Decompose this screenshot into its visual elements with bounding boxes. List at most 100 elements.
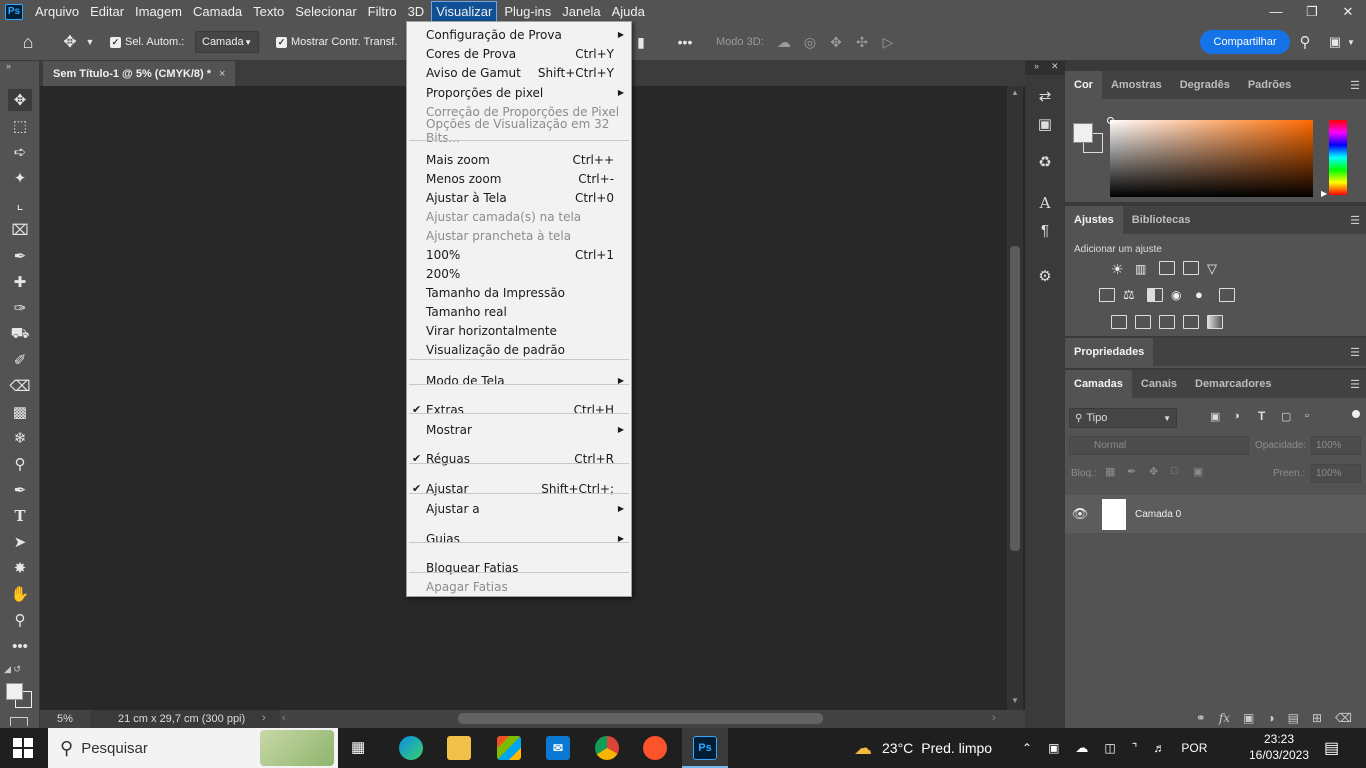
clock[interactable]: 23:23 16/03/2023 [1244, 731, 1314, 763]
move-tool-icon[interactable]: ✥ [60, 32, 80, 52]
3d-pan-icon[interactable]: ✥ [826, 32, 846, 52]
view-menu-item[interactable]: Cores de Prova Ctrl+Y [407, 44, 631, 63]
glyphs-icon[interactable]: ⚙ [1034, 265, 1056, 287]
tab-color-0[interactable]: Cor [1065, 71, 1102, 99]
notifications-icon[interactable]: ▤ [1324, 738, 1339, 758]
scroll-right-icon[interactable]: › [992, 712, 996, 724]
3d-slide-icon[interactable]: ✣ [852, 32, 872, 52]
wifi-icon[interactable]: ⌝ [1132, 741, 1138, 755]
blend-mode-dropdown[interactable]: Normal [1069, 436, 1249, 455]
tab-layers-1[interactable]: Canais [1132, 370, 1186, 398]
tab-properties[interactable]: Propriedades [1065, 338, 1154, 366]
eraser-tool-icon[interactable]: ⌫ [8, 375, 32, 397]
hue-saturation-icon[interactable] [1099, 288, 1115, 302]
scroll-up-icon[interactable]: ▲ [1011, 88, 1019, 97]
lock-artboard-icon[interactable]: □ [1171, 465, 1178, 477]
view-menu-item[interactable]: ✔ Ajustar Shift+Ctrl+; [407, 479, 631, 498]
file-explorer-icon[interactable] [447, 736, 471, 760]
filter-adjustment-icon[interactable]: ◑ [1233, 410, 1240, 422]
move-tool-icon[interactable]: ✥ [8, 89, 32, 111]
menu-3d[interactable]: 3D [404, 2, 429, 21]
view-menu-item[interactable]: Visualização de padrão [407, 340, 631, 359]
exposure-icon[interactable] [1183, 261, 1199, 275]
fx-icon[interactable]: fx [1219, 711, 1230, 725]
color-field[interactable] [1110, 120, 1313, 197]
pen-tool-icon[interactable]: ✒ [8, 479, 32, 501]
menu-janela[interactable]: Janela [558, 2, 604, 21]
3d-orbit-icon[interactable]: ☁ [774, 32, 794, 52]
levels-icon[interactable]: ▥ [1135, 261, 1151, 277]
align-icon[interactable]: ▮ [634, 32, 648, 52]
learn-icon[interactable]: ♻ [1034, 151, 1056, 173]
view-menu-item[interactable]: Ajustar à Tela Ctrl+0 [407, 188, 631, 207]
hand-tool-icon[interactable]: ✋ [8, 583, 32, 605]
crop-tool-icon[interactable]: ⌞ [8, 193, 32, 215]
collapse-icon[interactable]: » [6, 61, 11, 71]
menu-editar[interactable]: Editar [86, 2, 128, 21]
chevron-down-icon[interactable]: ▼ [84, 34, 96, 50]
menu-selecionar[interactable]: Selecionar [291, 2, 360, 21]
healing-brush-tool-icon[interactable]: ✚ [8, 271, 32, 293]
show-transform-checkbox[interactable]: ✓ [276, 36, 287, 48]
view-menu-item[interactable]: Virar horizontalmente [407, 321, 631, 340]
restore-button[interactable]: ❐ [1294, 0, 1330, 23]
chevron-down-icon[interactable]: ▼ [1346, 34, 1356, 50]
comments-icon[interactable]: ▣ [1034, 113, 1056, 135]
zoom-level[interactable]: 5% [57, 713, 73, 725]
color-lookup-icon[interactable] [1219, 288, 1235, 302]
opacity-field[interactable]: 100% [1311, 436, 1361, 455]
quick-mask-icon[interactable] [10, 717, 28, 726]
menu-filtro[interactable]: Filtro [364, 2, 401, 21]
expand-icon[interactable]: » [1034, 61, 1039, 71]
tab-adjust-0[interactable]: Ajustes [1065, 206, 1123, 234]
new-layer-icon[interactable]: ⊞ [1312, 711, 1322, 725]
auto-select-dropdown[interactable]: Camada ▼ [195, 31, 259, 53]
layer-filter-dropdown[interactable]: ⚲ Tipo ▼ [1069, 408, 1177, 428]
3d-roll-icon[interactable]: ◎ [800, 32, 820, 52]
task-view-icon[interactable]: ▦ [351, 738, 365, 756]
tab-adjust-1[interactable]: Bibliotecas [1123, 206, 1200, 234]
workspace-icon[interactable]: ▣ [1325, 32, 1345, 52]
volume-icon[interactable]: ♬ [1153, 741, 1165, 755]
menu-plug-ins[interactable]: Plug-ins [500, 2, 555, 21]
panel-menu-icon[interactable]: ☰ [1350, 346, 1360, 359]
lock-position-icon[interactable]: ✥ [1149, 465, 1158, 478]
view-menu-item[interactable]: 200% [407, 264, 631, 283]
character-icon[interactable]: A [1034, 192, 1056, 214]
view-menu-item[interactable]: Mostrar ▶ [407, 420, 631, 439]
horizontal-scrollbar[interactable] [296, 710, 996, 728]
brightness-contrast-icon[interactable]: ☀ [1111, 261, 1127, 277]
taskbar-search[interactable]: ⚲ Pesquisar [48, 728, 338, 768]
tab-color-1[interactable]: Amostras [1102, 71, 1171, 99]
minimize-button[interactable]: — [1258, 0, 1294, 23]
filter-pixel-icon[interactable]: ▣ [1210, 410, 1220, 423]
lasso-tool-icon[interactable]: ➪ [8, 141, 32, 163]
channel-mixer-icon[interactable]: ● [1195, 288, 1211, 302]
menu-texto[interactable]: Texto [249, 2, 288, 21]
windows-start-icon[interactable] [13, 738, 33, 758]
quick-select-tool-icon[interactable]: ✦ [8, 167, 32, 189]
layer-name[interactable]: Camada 0 [1135, 509, 1181, 520]
share-button[interactable]: Compartilhar [1200, 30, 1290, 54]
link-layers-icon[interactable]: ⚭ [1196, 711, 1206, 725]
filter-shape-icon[interactable]: ▢ [1281, 410, 1291, 423]
invert-icon[interactable] [1111, 315, 1127, 329]
path-selection-tool-icon[interactable]: ➤ [8, 531, 32, 553]
menu-visualizar[interactable]: Visualizar [431, 1, 498, 22]
visibility-eye-icon[interactable]: 👁 [1068, 506, 1092, 522]
marquee-tool-icon[interactable]: ⬚ [8, 115, 32, 137]
close-panel-icon[interactable]: ✕ [1051, 61, 1059, 72]
lock-all-icon[interactable]: ▣ [1193, 465, 1203, 478]
threshold-icon[interactable] [1159, 315, 1175, 329]
language-indicator[interactable]: POR [1181, 741, 1207, 755]
view-menu-item[interactable]: Menos zoom Ctrl+- [407, 169, 631, 188]
curves-icon[interactable] [1159, 261, 1175, 275]
filter-toggle[interactable] [1352, 410, 1360, 418]
mail-icon[interactable]: ✉ [546, 736, 570, 760]
menu-arquivo[interactable]: Arquivo [31, 2, 83, 21]
microsoft-store-icon[interactable] [497, 736, 521, 760]
paragraph-icon[interactable]: ¶ [1034, 219, 1056, 241]
view-menu-item[interactable]: Modo de Tela ▶ [407, 371, 631, 390]
color-balance-icon[interactable]: ⚖ [1123, 288, 1139, 302]
scroll-down-icon[interactable]: ▼ [1011, 696, 1019, 705]
